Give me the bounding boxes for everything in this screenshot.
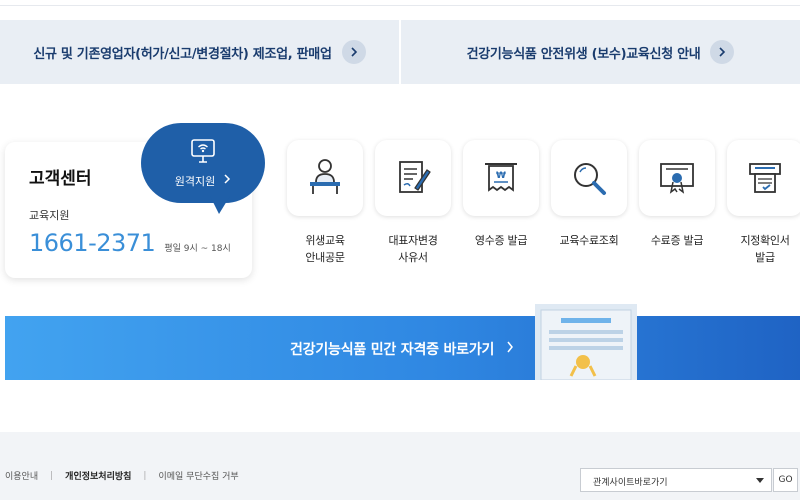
teacher-desk-icon [287, 140, 363, 216]
magnifier-icon [551, 140, 627, 216]
svg-text:₩: ₩ [496, 171, 506, 181]
monitor-wifi-icon [189, 138, 217, 168]
certification-banner[interactable]: 건강기능식품 민간 자격증 바로가기 [5, 304, 800, 380]
service-certificate-issue[interactable]: 수료증 발급 [633, 140, 721, 266]
chevron-right-icon [341, 40, 366, 64]
go-button[interactable]: GO [773, 468, 798, 492]
banner-education-application[interactable]: 건강기능식품 안전위생 (보수)교육신청 안내 [401, 20, 800, 84]
remote-support-button[interactable]: 원격지원 [141, 123, 265, 203]
top-strip [0, 0, 800, 6]
service-label: 대표자변경 사유서 [388, 234, 438, 264]
chevron-right-icon [710, 40, 735, 64]
service-label: 교육수료조회 [559, 234, 619, 247]
related-sites-select[interactable]: 관계사이트바로가기 [580, 468, 772, 492]
document-pen-icon [375, 140, 451, 216]
chevron-right-icon [223, 174, 231, 187]
caret-down-icon [756, 478, 764, 483]
certificate-illustration [535, 304, 637, 380]
banner-business-procedure[interactable]: 신규 및 기존영업자(허가/신고/변경절차) 제조업, 판매업 [0, 20, 399, 84]
service-label: 위생교육 안내공문 [305, 234, 345, 264]
service-hygiene-notice[interactable]: 위생교육 안내공문 [281, 140, 369, 266]
footer-link-privacy-policy[interactable]: 개인정보처리방침 [65, 469, 131, 482]
printer-icon [727, 140, 800, 216]
customer-center-phone: 1661-2371 [29, 229, 156, 257]
service-label: 영수증 발급 [474, 234, 528, 247]
won-receipt-icon: ₩ [463, 140, 539, 216]
service-label: 수료증 발급 [650, 234, 704, 247]
service-completion-lookup[interactable]: 교육수료조회 [545, 140, 633, 266]
chevron-right-icon [506, 341, 514, 357]
service-representative-change[interactable]: 대표자변경 사유서 [369, 140, 457, 266]
footer-link-usage-guide[interactable]: 이용안내 [5, 469, 38, 482]
notice-banner-row: 신규 및 기존영업자(허가/신고/변경절차) 제조업, 판매업 건강기능식품 안… [0, 20, 800, 84]
remote-support-label: 원격지원 [174, 174, 216, 188]
banner-label: 신규 및 기존영업자(허가/신고/변경절차) 제조업, 판매업 [33, 46, 332, 62]
service-label: 지정확인서 발급 [740, 234, 790, 264]
related-sites-select-value: 관계사이트바로가기 [593, 478, 668, 488]
service-designation-confirm[interactable]: 지정확인서 발급 [721, 140, 800, 266]
divider: | [50, 470, 54, 481]
customer-center-hours: 평일 9시 ~ 18시 [164, 244, 231, 254]
footer-link-email-refusal[interactable]: 이메일 무단수집 거부 [158, 469, 238, 482]
banner-label: 건강기능식품 안전위생 (보수)교육신청 안내 [466, 46, 701, 62]
certification-banner-label: 건강기능식품 민간 자격증 바로가기 [290, 342, 495, 358]
quick-service-list: 위생교육 안내공문 대표자변경 사유서 ₩ 영수증 발급 교육수료조회 수료증 … [281, 140, 800, 266]
divider: | [143, 470, 147, 481]
service-receipt-issue[interactable]: ₩ 영수증 발급 [457, 140, 545, 266]
footer-links: 이용안내 | 개인정보처리방침 | 이메일 무단수집 거부 [5, 469, 239, 483]
certificate-icon [639, 140, 715, 216]
